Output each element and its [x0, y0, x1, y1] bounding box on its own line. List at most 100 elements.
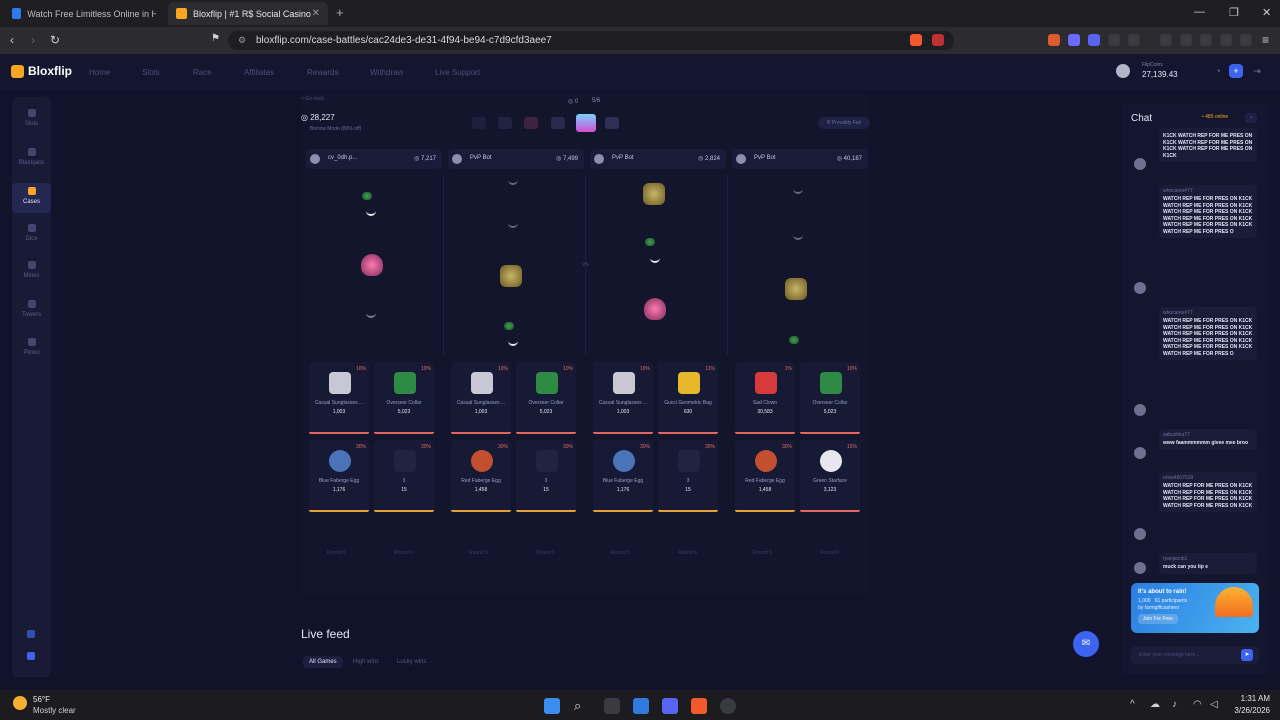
nav-home[interactable]: Home [89, 68, 110, 77]
menu-icon[interactable]: ≡ [1262, 33, 1269, 47]
cloud-icon[interactable]: ☁ [1150, 699, 1160, 710]
weather-moon-icon [13, 696, 27, 710]
logout-icon[interactable]: ⇥ [1250, 64, 1264, 78]
player-slot: PvP Bot ◎ 7,499 [448, 149, 584, 169]
avatar [1134, 528, 1146, 540]
provably-fair-button[interactable]: ⛨ Provably Fair [818, 117, 870, 129]
close-window-icon[interactable]: ✕ [1262, 6, 1271, 19]
forward-arrow-icon[interactable]: › [31, 33, 35, 47]
nav-slots[interactable]: Slots [142, 68, 160, 77]
search-icon[interactable]: ⌕ [574, 698, 590, 714]
twitter-icon[interactable] [27, 630, 35, 638]
url-text: bloxflip.com/case-battles/cac24de3-de31-… [256, 35, 552, 46]
item-card[interactable]: 15% Green Starface 3,123 [800, 440, 860, 512]
item-card[interactable]: 30% Red Faberge Egg 1,458 [451, 440, 511, 512]
brave-icon[interactable] [691, 698, 707, 714]
item-card[interactable]: 10% Overseer Collar 5,023 [800, 362, 860, 434]
chat-bubble-button[interactable]: ✉ [1073, 631, 1099, 657]
start-icon[interactable] [544, 698, 560, 714]
item-card[interactable]: 30% 3 15 [374, 440, 434, 512]
browser-tab[interactable]: Watch Free Limitless Online in HD - G [4, 2, 164, 25]
minimize-icon[interactable]: — [1194, 6, 1205, 18]
item-card[interactable]: 10% Casual Sunglasses ... 1,003 [451, 362, 511, 434]
item-card[interactable]: 30% Blue Faberge Egg 1,176 [593, 440, 653, 512]
item-card[interactable]: 10% Casual Sunglasses ... 1,003 [593, 362, 653, 434]
photos-icon[interactable] [633, 698, 649, 714]
avatar[interactable] [1116, 64, 1130, 78]
deposit-plus-button[interactable]: + [1229, 64, 1243, 78]
ai-icon[interactable] [1220, 34, 1232, 46]
music-icon[interactable] [1160, 34, 1172, 46]
settings-icon[interactable] [720, 698, 736, 714]
tower-icon [27, 300, 36, 308]
join-rain-button[interactable]: Join For Free [1138, 614, 1178, 624]
maximize-icon[interactable]: ❐ [1229, 6, 1239, 19]
wifi-icon[interactable]: ◠ [1193, 699, 1202, 710]
bloxflip-logo[interactable]: Bloxflip [11, 64, 72, 78]
back-arrow-icon[interactable]: ‹ [10, 33, 14, 47]
nav-affiliates[interactable]: Affiliates [244, 68, 274, 77]
discord-icon[interactable] [1088, 34, 1100, 46]
item-card[interactable]: 30% Red Faberge Egg 1,458 [735, 440, 795, 512]
item-card[interactable]: 30% 3 15 [658, 440, 718, 512]
close-tab-icon[interactable]: ✕ [312, 8, 320, 19]
go-back-link[interactable]: < Go back [301, 96, 324, 102]
nav-race[interactable]: Race [193, 68, 212, 77]
bell-icon[interactable]: ◔ [1211, 64, 1225, 78]
brave-shield-icon[interactable] [910, 34, 922, 46]
item-card[interactable]: 10% Casual Sunglasses ... 1,003 [309, 362, 369, 434]
volume-icon[interactable]: ◁ [1210, 699, 1218, 710]
task-view-icon[interactable] [604, 698, 620, 714]
tab-lucky-wins[interactable]: Lucky wins [391, 656, 432, 668]
nav-withdraw[interactable]: Withdraw [370, 68, 403, 77]
reload-icon[interactable]: ↻ [50, 33, 60, 47]
sidebar-item-cases[interactable]: Cases [12, 183, 51, 213]
sidebar-item-mines[interactable]: Mines [12, 261, 51, 291]
vpn-icon[interactable] [1240, 34, 1252, 46]
site-info-icon[interactable]: ⚙ [238, 31, 246, 50]
collapse-chat-icon[interactable]: › [1245, 113, 1257, 123]
item-card[interactable]: 10% Overseer Collar 5,023 [516, 362, 576, 434]
extension-icon[interactable] [1048, 34, 1060, 46]
brave-rewards-icon[interactable] [932, 34, 944, 46]
microphone-icon[interactable]: ♪ [1172, 699, 1177, 710]
sidebar-item-dice[interactable]: Dice [12, 224, 51, 254]
new-tab-icon[interactable]: + [336, 5, 344, 20]
sidebar-item-towers[interactable]: Towers [12, 300, 51, 330]
sidebar-item-slots[interactable]: Slots [12, 109, 51, 139]
chevron-up-icon[interactable]: ^ [1130, 699, 1135, 710]
sidebar-item-plinko[interactable]: Plinko [12, 338, 51, 368]
nav-live-support[interactable]: Live Support [435, 68, 480, 77]
wallet-icon[interactable] [1200, 34, 1212, 46]
player-name: PvP Bot [612, 155, 634, 161]
item-card[interactable]: 10% Overseer Collar 5,023 [374, 362, 434, 434]
tab-high-wins[interactable]: High wins [347, 656, 385, 668]
bookmark-icon[interactable]: ⚑ [211, 33, 220, 44]
round-progress: 5/6 [592, 98, 601, 104]
item-card[interactable]: 11% Gucci Geometric Bag 630 [658, 362, 718, 434]
round-label: Round 6 [536, 550, 555, 556]
send-icon[interactable]: ➤ [1241, 649, 1253, 661]
avatar [1134, 562, 1146, 574]
item-card[interactable]: 1% Sad Clown 30,583 [735, 362, 795, 434]
case-thumbnail [472, 117, 486, 129]
extension-icon[interactable] [1128, 34, 1140, 46]
item-card[interactable]: 30% 3 15 [516, 440, 576, 512]
chat-input[interactable]: Enter your message here... [1131, 646, 1259, 664]
sidebar-icon[interactable] [1180, 34, 1192, 46]
discord-icon[interactable] [27, 652, 35, 660]
browser-tab-active[interactable]: Bloxflip | #1 R$ Social Casino ✕ [168, 2, 328, 25]
sidebar-item-blackjack[interactable]: Blackjack [12, 148, 51, 178]
item-image [329, 450, 351, 472]
item-card[interactable]: 30% Blue Faberge Egg 1,176 [309, 440, 369, 512]
reel-item-face [502, 210, 524, 232]
nav-rewards[interactable]: Rewards [307, 68, 339, 77]
tab-all-games[interactable]: All Games [303, 656, 343, 668]
system-clock[interactable]: 1:31 AM 3/26/2026 [1226, 693, 1270, 717]
extension-icon[interactable] [1068, 34, 1080, 46]
windows-taskbar: 56°F Mostly clear ⌕ ^ ☁ ♪ ◠ ◁ 1:31 AM 3/… [0, 690, 1280, 720]
discord-icon[interactable] [662, 698, 678, 714]
extension-icon[interactable] [1108, 34, 1120, 46]
address-bar[interactable]: ⚙ bloxflip.com/case-battles/cac24de3-de3… [228, 31, 954, 50]
chat-message: K1CK WATCH REP FOR ME PRES ON K1CK WATCH… [1159, 128, 1257, 162]
